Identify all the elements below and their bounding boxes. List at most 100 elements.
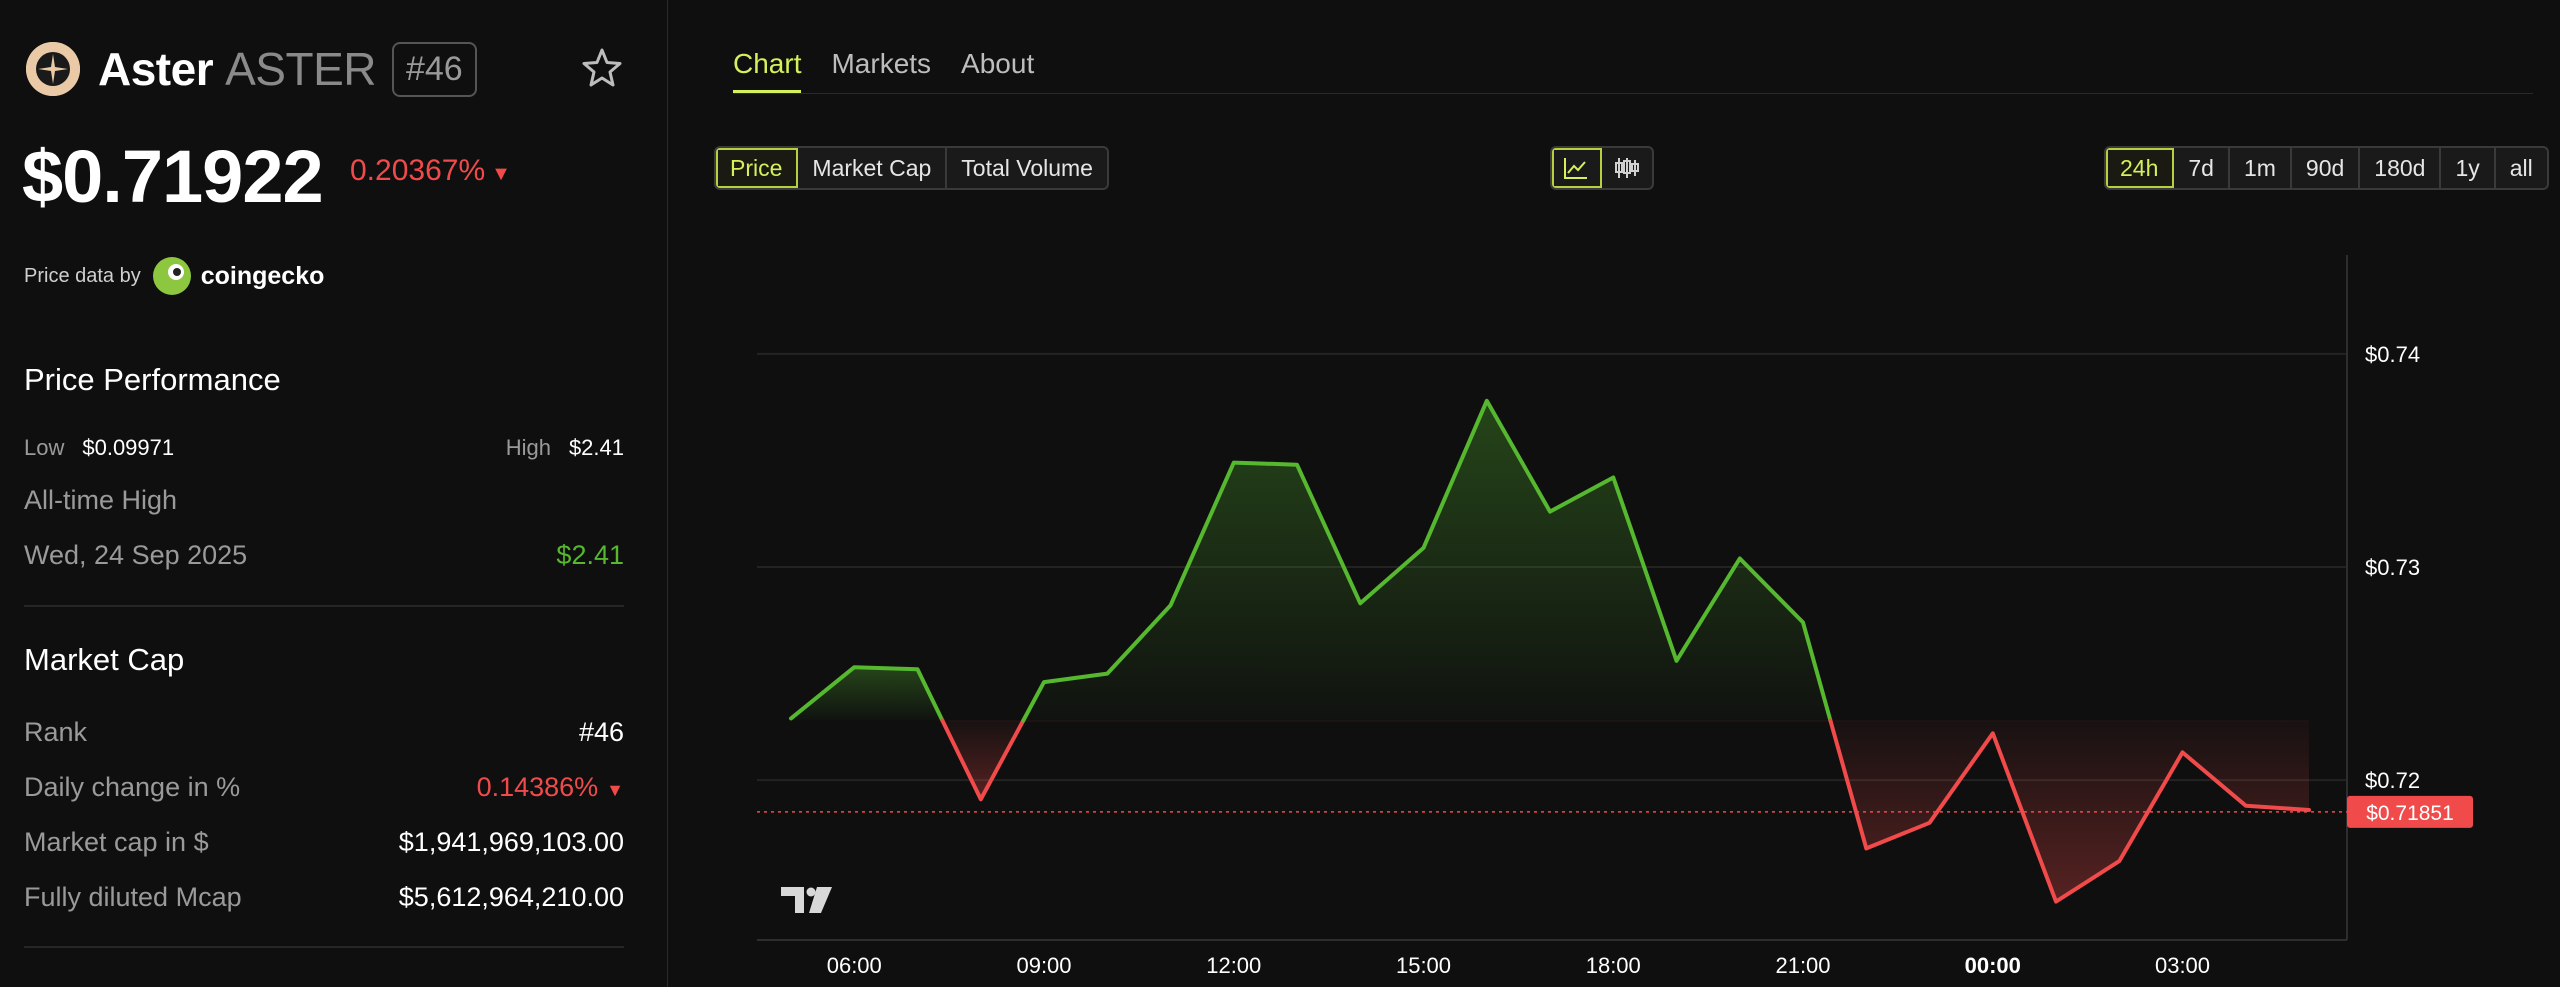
coin-name: Aster [98, 43, 214, 95]
ath-date-row: Wed, 24 Sep 2025 $2.41 [24, 535, 624, 575]
data-point [1041, 679, 1047, 685]
chart-type-selector [1550, 146, 1654, 190]
coin-summary-panel: Aster ASTER #46 $0.71922 0.20367% ▼ Price… [0, 0, 668, 987]
data-point [1800, 619, 1806, 625]
range-90d-button[interactable]: 90d [2292, 148, 2361, 188]
low-high-row: Low $0.09971 High $2.41 [24, 428, 624, 468]
low-value: $0.09971 [82, 435, 175, 460]
ath-row: All-time High [24, 480, 624, 520]
data-point [2243, 803, 2249, 809]
tab-markets[interactable]: Markets [831, 48, 931, 93]
price-change-value: 0.20367% [350, 154, 486, 187]
data-point [1927, 820, 1933, 826]
data-point [1231, 460, 1237, 466]
coingecko-logo-icon [152, 257, 191, 295]
price-performance-title: Price Performance [24, 362, 281, 397]
coin-ticker: ASTER [225, 43, 376, 95]
fdv-label: Fully diluted Mcap [24, 881, 242, 912]
chart-panel: Chart Markets About Price Market Cap Tot… [669, 0, 2560, 987]
x-tick-label: 15:00 [1396, 953, 1451, 978]
price-area-up [1023, 400, 1831, 721]
price-data-attribution: Price data by coingecko [24, 256, 324, 296]
data-point [851, 664, 857, 670]
time-range-selector: 24h 7d 1m 90d 180d 1y all [2104, 146, 2549, 190]
tab-chart[interactable]: Chart [733, 48, 802, 93]
aster-logo-icon [26, 42, 80, 96]
market-cap-label: Market cap in $ [24, 826, 209, 857]
rank-label: Rank [24, 716, 88, 747]
data-point [1421, 545, 1427, 551]
data-point [2180, 749, 2186, 755]
baseline-band [949, 720, 2309, 722]
ath-value: $2.41 [556, 539, 624, 570]
tab-about[interactable]: About [961, 48, 1034, 93]
range-1y-button[interactable]: 1y [2441, 148, 2496, 188]
data-point [978, 796, 984, 802]
tab-underline-divider [733, 93, 2533, 94]
price-area-down [942, 720, 1024, 800]
range-1m-button[interactable]: 1m [2230, 148, 2292, 188]
data-point [1294, 462, 1300, 468]
metric-market-cap-button[interactable]: Market Cap [798, 148, 948, 188]
tab-bar: Chart Markets About [733, 48, 1064, 93]
market-cap-row-fdv: Fully diluted Mcap $5,612,964,210.00 [24, 877, 624, 917]
divider [24, 946, 624, 948]
high-value: $2.41 [568, 435, 624, 460]
daily-change-label: Daily change in % [24, 771, 241, 802]
price-data-label: Price data by [24, 264, 141, 287]
coin-header: Aster ASTER #46 [26, 41, 477, 97]
data-point [1610, 475, 1616, 481]
market-cap-value: $1,941,969,103.00 [398, 826, 624, 857]
down-arrow-icon: ▼ [491, 163, 511, 185]
x-tick-label: 06:00 [827, 953, 882, 978]
data-point [1674, 658, 1680, 664]
metric-total-volume-button[interactable]: Total Volume [947, 148, 1107, 188]
daily-change-number: 0.14386% [476, 771, 599, 802]
data-point [1357, 600, 1363, 606]
data-point [2116, 858, 2122, 864]
y-tick-label: $0.72 [2365, 768, 2420, 793]
rank-badge: #46 [391, 41, 477, 97]
market-cap-row-daily-change: Daily change in % 0.14386% ▼ [24, 767, 624, 807]
price-change: 0.20367% ▼ [350, 154, 511, 188]
data-point [1737, 556, 1743, 562]
current-price-label: $0.71851 [2366, 802, 2454, 825]
star-icon[interactable] [580, 46, 624, 90]
price-chart[interactable]: $0.74 $0.73 $0.72 06:00 09:00 12:00 15:00 18:00… [669, 230, 2560, 987]
range-7d-button[interactable]: 7d [2174, 148, 2230, 188]
candlestick-icon[interactable] [1602, 148, 1652, 188]
market-cap-row-rank: Rank #46 [24, 712, 624, 752]
range-180d-button[interactable]: 180d [2360, 148, 2442, 188]
x-tick-label: 03:00 [2155, 953, 2210, 978]
daily-change-value: 0.14386% ▼ [477, 772, 624, 803]
range-all-button[interactable]: all [2496, 148, 2547, 188]
ath-label: All-time High [24, 484, 178, 515]
y-tick-label: $0.74 [2365, 342, 2420, 367]
metric-selector: Price Market Cap Total Volume [714, 146, 1109, 190]
line-chart-icon[interactable] [1552, 148, 1602, 188]
x-tick-label: 21:00 [1775, 953, 1830, 978]
data-point [1104, 671, 1110, 677]
price-area-down [1830, 720, 2309, 902]
data-point [1168, 602, 1174, 608]
rank-value: #46 [578, 716, 624, 747]
metric-price-button[interactable]: Price [716, 148, 799, 188]
y-tick-label: $0.73 [2365, 555, 2420, 580]
current-price: $0.71922 [22, 135, 324, 218]
range-24h-button[interactable]: 24h [2106, 148, 2175, 188]
x-tick-label: 09:00 [1016, 953, 1071, 978]
x-tick-label: 18:00 [1586, 953, 1641, 978]
tradingview-logo-icon [781, 887, 832, 913]
x-tick-label: 00:00 [1965, 953, 2021, 978]
down-arrow-icon: ▼ [606, 779, 624, 800]
provider-name[interactable]: coingecko [201, 262, 325, 291]
data-point [915, 666, 921, 672]
high-label: High [505, 435, 551, 460]
divider [24, 605, 624, 607]
data-point [2053, 899, 2059, 905]
data-point [1863, 845, 1869, 851]
data-point [1484, 398, 1490, 404]
x-tick-label: 12:00 [1206, 953, 1261, 978]
market-cap-title: Market Cap [24, 642, 185, 677]
data-point [1547, 509, 1553, 515]
